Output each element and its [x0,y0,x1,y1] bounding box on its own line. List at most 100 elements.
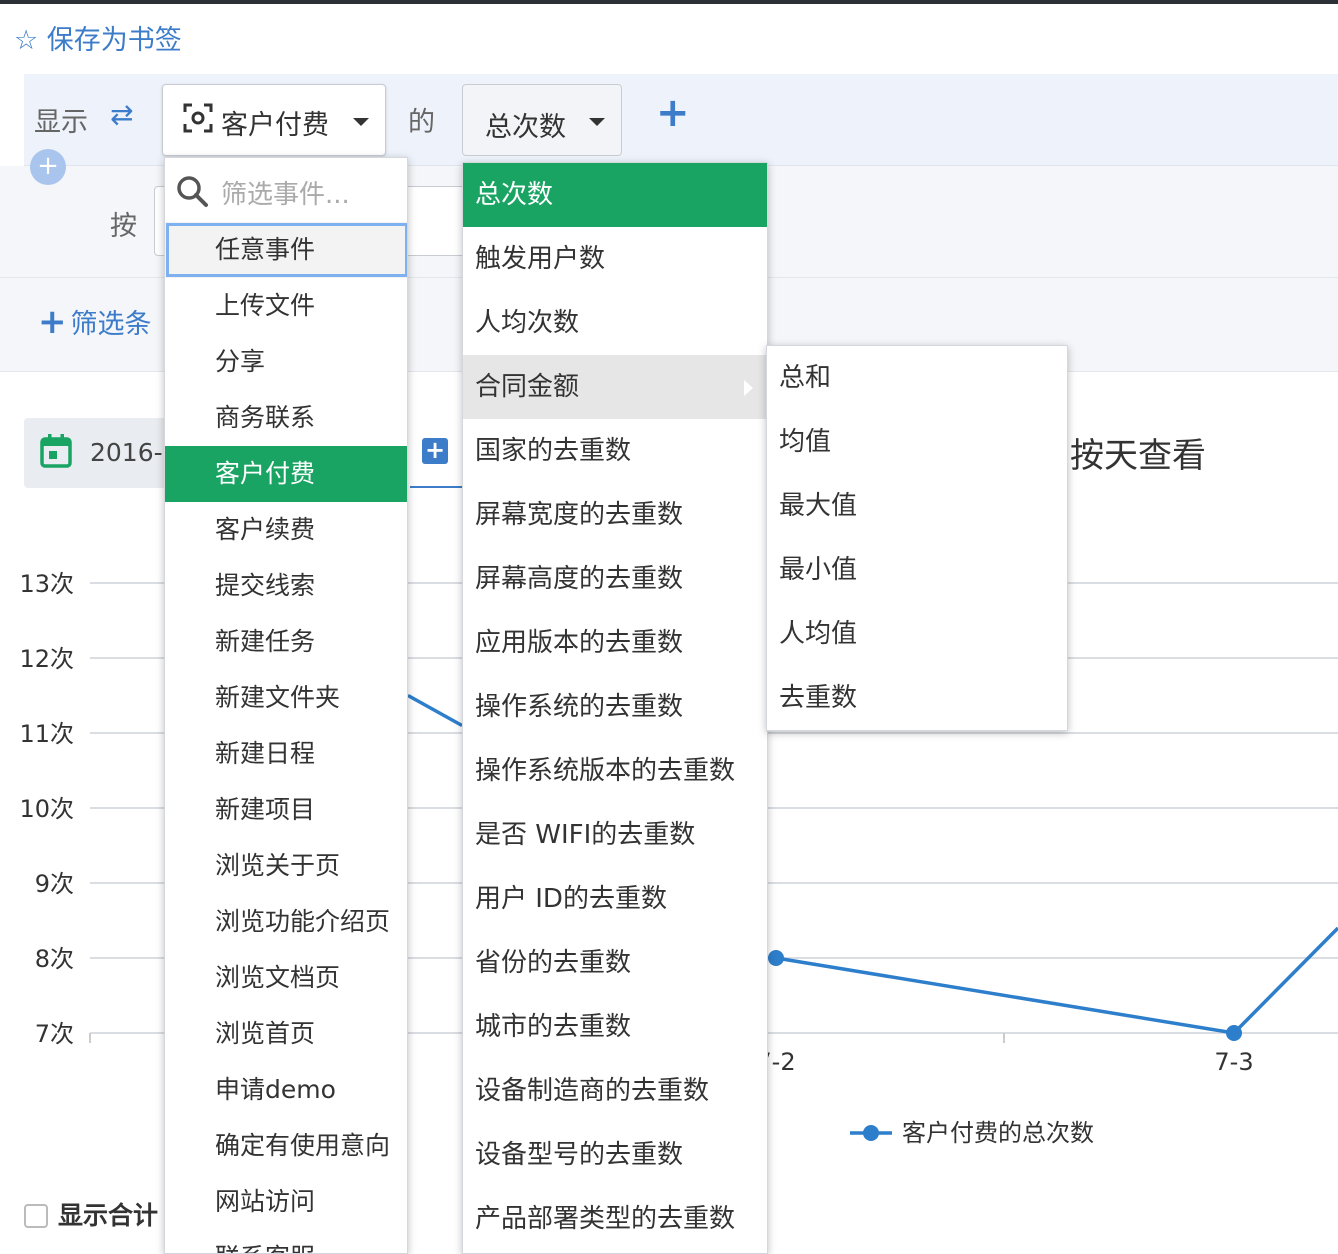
chevron-down-icon [589,118,605,126]
event-icon [183,103,213,133]
event-option[interactable]: 新建日程 [165,726,407,782]
aggregate-option[interactable]: 总和 [767,346,1067,410]
metric-option[interactable]: 是否 WIFI的去重数 [463,803,767,867]
y-tick-label: 11次 [19,720,74,748]
swap-icon[interactable]: ⇄ [110,98,133,131]
compare-toggle[interactable]: + [410,418,470,488]
event-list: 任意事件 上传文件 分享 商务联系 客户付费 客户续费 提交线索 新建任务 新建文件夹 新建日程新… [165,222,407,1253]
metric-select[interactable]: 总次数 [462,84,622,156]
data-point [768,950,784,966]
event-option[interactable]: 浏览文档页 [165,950,407,1006]
series-line-segment [1232,926,1338,1035]
y-tick-label: 10次 [19,795,74,823]
metric-option-label: 总次数 [475,180,554,210]
save-bookmark-link[interactable]: ☆ 保存为书签 [14,18,182,57]
metric-option-label: 屏幕宽度的去重数 [475,500,684,530]
chevron-right-icon [744,380,753,396]
event-option[interactable]: 新建文件夹 [165,670,407,726]
add-filter-label: 筛选条 [70,309,152,340]
metric-option[interactable]: 操作系统版本的去重数 [463,739,767,803]
metric-option-label: 合同金额 [475,372,580,402]
metric-option-label: 国家的去重数 [475,436,632,466]
event-option[interactable]: 申请demo [165,1062,407,1118]
aggregate-option[interactable]: 最大值 [767,474,1067,538]
plus-icon: + [38,302,67,342]
group-by-label: 按 [110,211,137,242]
event-search[interactable]: 筛选事件... [165,158,407,222]
metric-option[interactable]: 产品部署类型的去重数 [463,1187,767,1251]
show-total-label: 显示合计 [58,1201,159,1230]
aggregate-option[interactable]: 去重数 [767,666,1067,730]
add-filter-button[interactable]: + 筛选条 [38,302,152,342]
metric-option[interactable]: 国家的去重数 [463,419,767,483]
event-option[interactable]: 新建任务 [165,614,407,670]
event-dropdown: 筛选事件... 任意事件 上传文件 分享 商务联系 客户付费 客户续费 提交线索 新建任务 新建… [164,157,408,1254]
metric-option-label: 设备型号的去重数 [475,1140,684,1170]
y-tick-label: 12次 [19,645,74,673]
view-by-day-button[interactable]: 按天查看 [1070,428,1206,477]
metric-option[interactable]: 合同金额 [463,355,767,419]
metric-option-label: 设备制造商的去重数 [475,1076,710,1106]
metric-option-label: 应用版本的去重数 [475,628,684,658]
y-tick-label: 8次 [35,945,74,973]
add-metric-button[interactable]: + [656,90,690,136]
metric-option[interactable]: 屏幕宽度的去重数 [463,483,767,547]
date-range-picker[interactable]: 2016-7 [24,418,184,488]
show-label: 显示 [34,107,88,138]
event-option[interactable]: 客户续费 [165,502,407,558]
metric-option-label: 城市的去重数 [475,1012,632,1042]
event-option[interactable]: 浏览功能介绍页 [165,894,407,950]
aggregate-option[interactable]: 均值 [767,410,1067,474]
metric-option-label: 人均次数 [475,308,580,338]
event-option[interactable]: 任意事件 [165,222,407,278]
event-select-value: 客户付费 [221,110,329,141]
event-search-input[interactable]: 筛选事件... [221,174,350,211]
metric-option[interactable]: 用户 ID的去重数 [463,867,767,931]
add-query-icon[interactable]: + [30,149,66,185]
event-option[interactable]: 浏览首页 [165,1006,407,1062]
metric-option[interactable]: 省份的去重数 [463,931,767,995]
plus-square-icon: + [422,438,448,464]
metric-option-label: 屏幕高度的去重数 [475,564,684,594]
metric-option[interactable]: 设备制造商的去重数 [463,1059,767,1123]
checkbox-icon[interactable] [24,1204,48,1228]
metric-option[interactable]: 设备型号的去重数 [463,1123,767,1187]
metric-option[interactable]: 总次数 [463,163,767,227]
metric-option[interactable]: 城市的去重数 [463,995,767,1059]
series-line [775,956,1235,1035]
event-option[interactable]: 客户付费 [165,446,407,502]
event-option[interactable]: 网站访问 [165,1174,407,1230]
metric-option[interactable]: 触发用户数 [463,227,767,291]
legend-label: 客户付费的总次数 [902,1119,1094,1147]
chevron-down-icon [353,118,369,126]
metric-option[interactable]: 应用版本的去重数 [463,611,767,675]
data-point [1226,1025,1242,1041]
metric-option[interactable]: 屏幕高度的去重数 [463,547,767,611]
metric-option-label: 操作系统版本的去重数 [475,756,736,786]
metric-option-label: 省份的去重数 [475,948,632,978]
metric-option[interactable]: 操作系统的去重数 [463,675,767,739]
event-option[interactable]: 商务联系 [165,390,407,446]
search-icon [177,176,208,207]
legend-marker [863,1125,879,1141]
event-option[interactable]: 上传文件 [165,278,407,334]
event-select[interactable]: 客户付费 [162,84,386,156]
event-option[interactable]: 联系客服 [165,1230,407,1253]
metric-option-label: 操作系统的去重数 [475,692,684,722]
of-label: 的 [408,107,435,138]
event-option[interactable]: 确定有使用意向 [165,1118,407,1174]
aggregate-option[interactable]: 最小值 [767,538,1067,602]
event-option[interactable]: 浏览关于页 [165,838,407,894]
x-tick-label: 7-3 [1214,1048,1253,1076]
show-total-checkbox[interactable]: 显示合计 [24,1196,158,1232]
aggregate-option[interactable]: 人均值 [767,602,1067,666]
metric-option[interactable]: 人均次数 [463,291,767,355]
metric-select-value: 总次数 [485,112,566,143]
calendar-icon [40,434,72,468]
event-option[interactable]: 提交线索 [165,558,407,614]
event-option[interactable]: 分享 [165,334,407,390]
y-tick-label: 13次 [19,570,74,598]
event-option[interactable]: 新建项目 [165,782,407,838]
metric-option-label: 是否 WIFI的去重数 [475,820,696,850]
metric-option-label: 用户 ID的去重数 [475,884,667,914]
